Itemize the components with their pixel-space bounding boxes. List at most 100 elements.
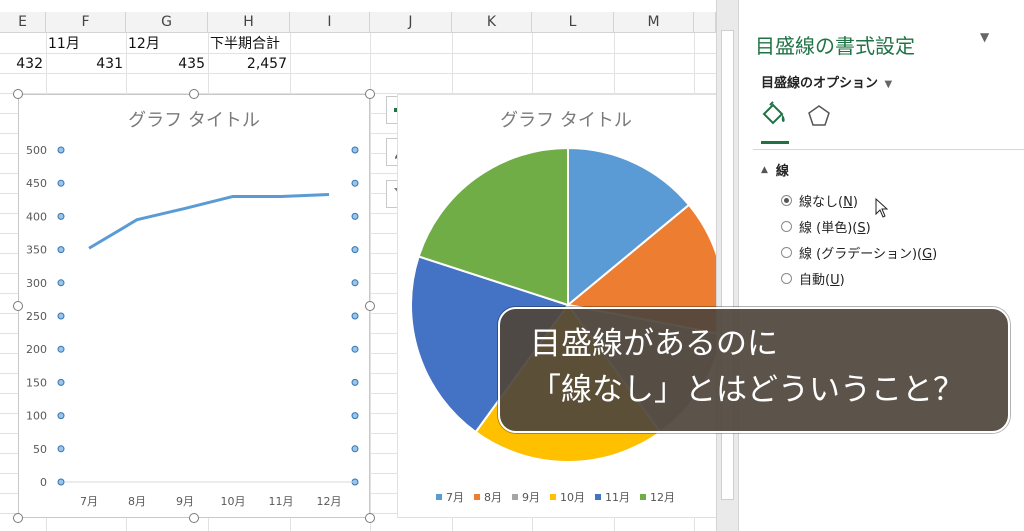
- column-header-I[interactable]: I: [290, 12, 370, 33]
- y-tick-label: 150: [26, 376, 47, 389]
- column-header-J[interactable]: J: [370, 12, 452, 33]
- x-tick-label: 11月: [269, 495, 294, 508]
- gridline-handle-left: [57, 179, 65, 187]
- resize-handle[interactable]: [365, 301, 375, 311]
- section-label: 線: [775, 164, 789, 179]
- effects-tab[interactable]: [805, 102, 833, 130]
- options-dropdown[interactable]: 目盛線のオプション ▼: [761, 72, 892, 91]
- x-tick-label: 9月: [176, 495, 194, 508]
- column-header-F[interactable]: F: [46, 12, 126, 33]
- resize-handle[interactable]: [13, 513, 23, 523]
- x-tick-label: 7月: [80, 495, 98, 508]
- cell-G2[interactable]: 435: [126, 54, 205, 74]
- y-tick-label: 500: [26, 144, 47, 157]
- legend-item: 10月: [550, 489, 585, 505]
- caption-line-1: 目盛線があるのに: [530, 326, 778, 362]
- pie-legend: 7月 8月 9月 10月 11月 12月: [436, 489, 675, 505]
- cell-E2[interactable]: 432: [0, 54, 43, 74]
- gridline-handle-right: [351, 345, 359, 353]
- resize-handle[interactable]: [189, 513, 199, 523]
- active-tab-indicator: [761, 141, 789, 144]
- legend-label: 9月: [522, 491, 540, 504]
- pie-chart-plot: [410, 146, 716, 463]
- radio-button[interactable]: [781, 195, 792, 206]
- line-chart-plot: 0 50 100 150 200 250 300 350 400 450 500 7月 8月 9月 10月 1…: [26, 144, 359, 508]
- legend-label: 11月: [605, 491, 630, 504]
- line-section-header[interactable]: ▲ 線: [761, 160, 789, 179]
- column-header-K[interactable]: K: [452, 12, 532, 33]
- pane-title: 目盛線の書式設定: [755, 34, 915, 58]
- column-header-H[interactable]: H: [208, 12, 290, 33]
- radio-button[interactable]: [781, 273, 792, 284]
- resize-handle[interactable]: [13, 301, 23, 311]
- legend-label: 12月: [650, 491, 675, 504]
- legend-item: 12月: [640, 489, 675, 505]
- radio-button[interactable]: [781, 221, 792, 232]
- radio-solid-line[interactable]: 線 (単色)(S): [781, 217, 871, 236]
- radio-gradient-line[interactable]: 線 (グラデーション)(G): [781, 243, 937, 262]
- legend-swatch: [436, 494, 442, 500]
- gridline-handle-left: [57, 279, 65, 287]
- gridline-handle-right: [351, 146, 359, 154]
- radio-button[interactable]: [781, 247, 792, 258]
- cell-H2[interactable]: 2,457: [208, 54, 287, 74]
- pentagon-icon: [808, 105, 830, 126]
- gridline-handle-left: [57, 345, 65, 353]
- gridline-handle-right: [351, 246, 359, 254]
- gridline-handle-right: [351, 445, 359, 453]
- legend-item: 8月: [474, 489, 502, 505]
- column-header-L[interactable]: L: [532, 12, 614, 33]
- legend-item: 11月: [595, 489, 630, 505]
- y-tick-label: 250: [26, 310, 47, 323]
- y-tick-label: 350: [26, 244, 47, 257]
- vertical-scrollbar[interactable]: [716, 0, 738, 531]
- fill-line-tab[interactable]: [759, 100, 791, 132]
- radio-no-line[interactable]: 線なし(N): [781, 191, 858, 210]
- cell-H1[interactable]: 下半期合計: [210, 34, 280, 54]
- pie-chart[interactable]: グラフ タイトル 7月 8月 9月 10月 11月 12月: [397, 94, 716, 518]
- mouse-cursor-icon: [875, 198, 889, 218]
- resize-handle[interactable]: [365, 513, 375, 523]
- spreadsheet-grid[interactable]: E F G H I J K L M 11月 12月 下半期合計 432 431 …: [0, 0, 716, 531]
- column-header-E[interactable]: E: [0, 12, 46, 33]
- gridline-handle-right: [351, 378, 359, 386]
- gridline-handle-right: [351, 312, 359, 320]
- caption-overlay: 目盛線があるのに 「線なし」とはどういうこと？: [498, 307, 1010, 433]
- x-tick-label: 8月: [128, 495, 146, 508]
- fill-line-icon: [762, 101, 785, 125]
- legend-swatch: [595, 494, 601, 500]
- column-header-M[interactable]: M: [614, 12, 694, 33]
- gridline-handle-left: [57, 445, 65, 453]
- cell-G1[interactable]: 12月: [128, 34, 160, 54]
- gridline-handle-left: [57, 478, 65, 486]
- collapse-triangle-icon: ▲: [761, 164, 768, 175]
- gridline-handle-left: [57, 412, 65, 420]
- column-header-G[interactable]: G: [126, 12, 208, 33]
- cell-F2[interactable]: 431: [46, 54, 123, 74]
- format-pane: 目盛線の書式設定 ▼ 目盛線のオプション ▼ ▲ 線 線なし(N) 線 (単色)…: [738, 0, 1024, 531]
- y-tick-label: 100: [26, 410, 47, 423]
- legend-swatch: [640, 494, 646, 500]
- column-header-filler: [694, 12, 716, 33]
- y-tick-label: 450: [26, 177, 47, 190]
- radio-label: 線なし(N): [799, 195, 858, 210]
- y-tick-label: 50: [33, 443, 47, 456]
- radio-label: 自動(U): [799, 273, 845, 288]
- pane-menu-chevron-icon[interactable]: ▼: [980, 30, 989, 44]
- chevron-down-icon: ▼: [884, 79, 893, 90]
- legend-label: 8月: [484, 491, 502, 504]
- legend-label: 10月: [560, 491, 585, 504]
- legend-swatch: [474, 494, 480, 500]
- cell-F1[interactable]: 11月: [48, 34, 80, 54]
- gridline-handle-right: [351, 212, 359, 220]
- series-line: [88, 192, 330, 250]
- gridline-handle-right: [351, 412, 359, 420]
- resize-handle[interactable]: [365, 89, 375, 99]
- x-tick-label: 10月: [221, 495, 246, 508]
- legend-swatch: [550, 494, 556, 500]
- radio-automatic[interactable]: 自動(U): [781, 269, 845, 288]
- resize-handle[interactable]: [13, 89, 23, 99]
- line-chart[interactable]: グラフ タイトル 0 50 100 150 200 250 300 350 400 450 500 7…: [18, 94, 370, 518]
- legend-label: 7月: [446, 491, 464, 504]
- resize-handle[interactable]: [189, 89, 199, 99]
